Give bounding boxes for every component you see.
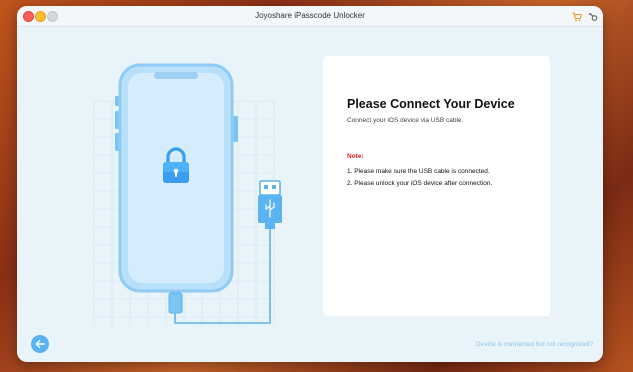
page-title: Please Connect Your Device (347, 97, 515, 111)
window-title: Joyoshare iPasscode Unlocker (255, 11, 365, 20)
page-subtitle: Connect your iOS device via USB cable. (347, 117, 464, 124)
note-item: 2. Please unlock your iOS device after c… (347, 180, 493, 187)
device-illustration (93, 63, 282, 326)
note-item: 1. Please make sure the USB cable is con… (347, 168, 490, 175)
key-icon[interactable] (587, 10, 599, 22)
not-recognized-link[interactable]: Device is connected but not recognized? (476, 341, 593, 348)
cart-icon[interactable] (571, 10, 583, 22)
app-window: Joyoshare iPasscode Unlocker Please Conn… (17, 6, 603, 362)
lightning-connector (168, 292, 183, 314)
back-button[interactable] (31, 335, 49, 353)
note-label: Note: (347, 153, 364, 160)
instruction-card: Please Connect Your Device Connect your … (323, 56, 550, 316)
arrow-left-icon (35, 340, 45, 348)
usb-plug-icon (258, 180, 282, 229)
title-bar: Joyoshare iPasscode Unlocker (17, 6, 603, 27)
